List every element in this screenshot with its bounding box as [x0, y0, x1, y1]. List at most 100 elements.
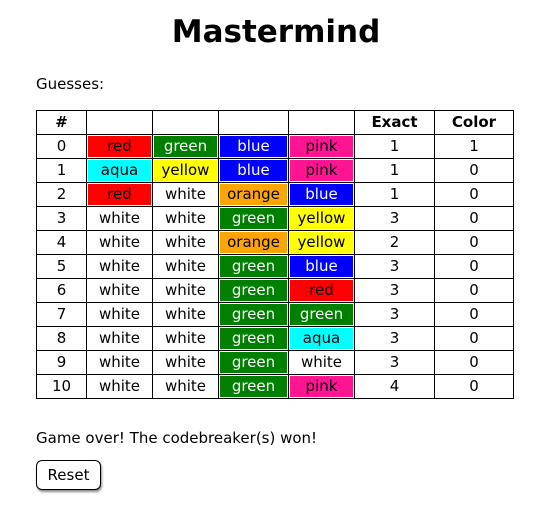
peg-cell: blue — [288, 254, 355, 279]
exact-count: 1 — [354, 182, 435, 207]
header-peg-4 — [288, 110, 355, 135]
table-row: 1 aqua yellow blue pink 1 0 — [36, 158, 514, 183]
peg-cell: pink — [288, 134, 355, 159]
color-count: 0 — [434, 302, 514, 327]
peg-cell: blue — [218, 158, 289, 183]
table-row: 3 white white green yellow 3 0 — [36, 206, 514, 231]
guess-number: 4 — [36, 230, 87, 255]
peg-blue: blue — [290, 256, 353, 277]
peg-white: white — [154, 352, 217, 373]
header-peg-3 — [218, 110, 289, 135]
color-count: 0 — [434, 230, 514, 255]
peg-cell: orange — [218, 230, 289, 255]
peg-cell: blue — [218, 134, 289, 159]
peg-blue: blue — [290, 184, 353, 205]
guess-number: 2 — [36, 182, 87, 207]
peg-green: green — [220, 280, 287, 301]
exact-count: 3 — [354, 350, 435, 375]
table-row: 6 white white green red 3 0 — [36, 278, 514, 303]
peg-cell: pink — [288, 158, 355, 183]
peg-green: green — [154, 136, 217, 157]
peg-white: white — [154, 304, 217, 325]
peg-white: white — [154, 256, 217, 277]
peg-cell: green — [218, 278, 289, 303]
peg-pink: pink — [290, 136, 353, 157]
peg-cell: orange — [218, 182, 289, 207]
peg-white: white — [154, 280, 217, 301]
exact-count: 1 — [354, 158, 435, 183]
peg-cell: white — [152, 230, 219, 255]
header-row: # Exact Color — [36, 110, 514, 135]
peg-cell: white — [86, 230, 153, 255]
table-row: 4 white white orange yellow 2 0 — [36, 230, 514, 255]
guess-number: 5 — [36, 254, 87, 279]
peg-pink: pink — [290, 376, 353, 397]
peg-blue: blue — [220, 160, 287, 181]
peg-cell: white — [86, 374, 153, 399]
peg-orange: orange — [220, 232, 287, 253]
peg-pink: pink — [290, 160, 353, 181]
exact-count: 4 — [354, 374, 435, 399]
peg-cell: white — [86, 326, 153, 351]
peg-white: white — [88, 328, 151, 349]
peg-orange: orange — [220, 184, 287, 205]
header-peg-1 — [86, 110, 153, 135]
peg-yellow: yellow — [154, 160, 217, 181]
peg-green: green — [220, 208, 287, 229]
color-count: 0 — [434, 182, 514, 207]
peg-cell: white — [152, 326, 219, 351]
table-header: # Exact Color — [36, 110, 514, 135]
peg-white: white — [88, 304, 151, 325]
peg-white: white — [88, 352, 151, 373]
peg-green: green — [220, 376, 287, 397]
header-number: # — [36, 110, 87, 135]
peg-white: white — [88, 376, 151, 397]
color-count: 1 — [434, 134, 514, 159]
peg-cell: green — [218, 206, 289, 231]
peg-blue: blue — [220, 136, 287, 157]
peg-cell: green — [218, 302, 289, 327]
peg-cell: yellow — [288, 206, 355, 231]
peg-cell: white — [152, 182, 219, 207]
guess-number: 8 — [36, 326, 87, 351]
peg-cell: white — [86, 206, 153, 231]
peg-green: green — [220, 304, 287, 325]
peg-cell: blue — [288, 182, 355, 207]
peg-cell: white — [152, 206, 219, 231]
peg-cell: green — [218, 350, 289, 375]
reset-button[interactable]: Reset — [36, 460, 101, 490]
color-count: 0 — [434, 278, 514, 303]
table-row: 10 white white green pink 4 0 — [36, 374, 514, 399]
header-exact: Exact — [354, 110, 435, 135]
peg-cell: white — [152, 302, 219, 327]
color-count: 0 — [434, 350, 514, 375]
peg-cell: white — [288, 350, 355, 375]
peg-white: white — [154, 208, 217, 229]
guess-number: 6 — [36, 278, 87, 303]
peg-yellow: yellow — [290, 208, 353, 229]
peg-cell: white — [152, 374, 219, 399]
peg-white: white — [88, 256, 151, 277]
table-row: 7 white white green green 3 0 — [36, 302, 514, 327]
peg-cell: green — [218, 254, 289, 279]
exact-count: 3 — [354, 278, 435, 303]
table-row: 0 red green blue pink 1 1 — [36, 134, 514, 159]
peg-cell: green — [218, 326, 289, 351]
peg-green: green — [220, 256, 287, 277]
peg-cell: green — [288, 302, 355, 327]
peg-cell: white — [86, 350, 153, 375]
peg-white: white — [154, 376, 217, 397]
peg-green: green — [220, 352, 287, 373]
peg-cell: yellow — [288, 230, 355, 255]
peg-cell: red — [86, 182, 153, 207]
peg-cell: white — [86, 254, 153, 279]
header-color: Color — [434, 110, 514, 135]
color-count: 0 — [434, 326, 514, 351]
status-message: Game over! The codebreaker(s) won! — [36, 429, 318, 447]
exact-count: 3 — [354, 326, 435, 351]
peg-cell: white — [86, 278, 153, 303]
peg-cell: green — [152, 134, 219, 159]
guess-number: 3 — [36, 206, 87, 231]
peg-cell: white — [86, 302, 153, 327]
peg-red: red — [88, 184, 151, 205]
